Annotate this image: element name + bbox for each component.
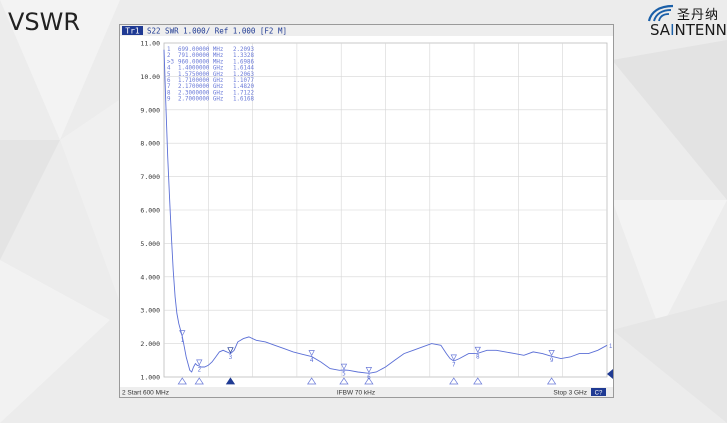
y-tick-label: 10.00 (140, 73, 160, 81)
marker-4-label: 4 (310, 357, 314, 364)
ref-level-arrow-icon[interactable] (607, 369, 613, 379)
logo-english-text: SAINTENNA (650, 21, 727, 39)
marker-table-id: 4 (167, 66, 171, 72)
marker-table-value: 1.7122 (233, 90, 254, 96)
marker-3-base-icon[interactable] (225, 377, 236, 385)
marker-5-base-icon[interactable] (339, 377, 349, 385)
y-tick-label: 6.000 (140, 207, 160, 215)
marker-table-id: 6 (167, 78, 171, 84)
marker-table-freq: 2.1700000 GHz (178, 84, 223, 90)
marker-table-value: 1.3328 (233, 53, 254, 59)
y-tick-label: 2.000 (140, 340, 160, 348)
marker-2-label: 2 (197, 366, 201, 373)
trace-badge[interactable]: Tr1 (125, 27, 140, 36)
footer-ifbw: IFBW 70 kHz (337, 390, 375, 397)
marker-table-freq: 791.00000 MHz (178, 53, 223, 59)
marker-7-label: 7 (452, 361, 456, 368)
y-tick-label: 3.000 (140, 307, 160, 315)
marker-table-freq: 2.7000000 GHz (178, 97, 223, 103)
marker-table-value: 1.4820 (233, 84, 254, 90)
marker-table-value: 1.6168 (233, 97, 254, 103)
marker-table-freq: 699.00000 MHz (178, 47, 223, 53)
slide-title: VSWR (8, 8, 81, 36)
logo-swoosh-icon (647, 4, 674, 22)
marker-table-value: 1.6144 (233, 66, 254, 72)
marker-table-value: 1.6986 (233, 59, 254, 65)
marker-9-label: 9 (550, 357, 554, 364)
marker-table-value: 1.2063 (233, 72, 254, 78)
marker-table: 1 699.00000 MHz 2.2093 2 791.00000 MHz 1.3328… (167, 47, 254, 103)
marker-3-label: 3 (229, 354, 233, 361)
y-tick-label: 1.000 (140, 374, 160, 382)
y-tick-label: 9.000 (140, 106, 160, 114)
marker-8-label: 8 (476, 354, 480, 361)
network-analyzer-screen: Tr1 S22 SWR 1.000/ Ref 1.000 [F2 M] 1.00… (119, 24, 614, 398)
y-tick-labels: 1.000 2.000 3.000 4.000 5.000 6.000 7.000 8.000… (140, 40, 160, 382)
marker-table-freq: 1.5750000 GHz (178, 72, 223, 78)
footer-stop: Stop 3 GHz (553, 390, 587, 397)
marker-table-freq: 2.3000000 GHz (178, 90, 223, 96)
marker-table-id: 8 (167, 90, 171, 96)
brand-logo: 圣丹纳 SAINTENNA (647, 4, 727, 40)
marker-5-label: 5 (342, 371, 346, 378)
marker-1-label: 1 (180, 337, 184, 344)
y-tick-label: 5.000 (140, 240, 160, 248)
vswr-chart: Tr1 S22 SWR 1.000/ Ref 1.000 [F2 M] 1.00… (120, 25, 613, 397)
marker-table-freq: 1.4000000 GHz (178, 66, 223, 72)
marker-table-value: 2.2093 (233, 47, 254, 53)
marker-table-id: 1 (167, 47, 171, 53)
y-tick-label: 7.000 (140, 173, 160, 181)
marker-1-base-icon[interactable] (177, 377, 187, 385)
y-tick-label: 4.000 (140, 273, 160, 281)
marker-table-id: >3 (167, 59, 174, 65)
marker-4-base-icon[interactable] (307, 377, 317, 385)
marker-2-base-icon[interactable] (194, 377, 204, 385)
marker-9-base-icon[interactable] (546, 377, 557, 385)
marker-table-id: 7 (167, 84, 171, 90)
marker-table-id: 5 (167, 72, 171, 78)
footer-start: 2 Start 600 MHz (122, 390, 169, 397)
trace-header-label: S22 SWR 1.000/ Ref 1.000 [F2 M] (147, 27, 287, 36)
marker-table-value: 1.1077 (233, 78, 254, 84)
marker-8-base-icon[interactable] (473, 377, 483, 385)
marker-table-id: 9 (167, 97, 171, 103)
marker-table-freq: 960.00000 MHz (178, 59, 223, 65)
y-tick-label: 11.00 (140, 40, 160, 48)
end-marker-label: 1 (609, 344, 613, 350)
marker-table-freq: 1.7100000 GHz (178, 78, 223, 84)
y-tick-label: 8.000 (140, 140, 160, 148)
marker-7-base-icon[interactable] (449, 377, 459, 385)
marker-table-id: 2 (167, 53, 171, 59)
status-badge[interactable]: C? (595, 391, 603, 397)
